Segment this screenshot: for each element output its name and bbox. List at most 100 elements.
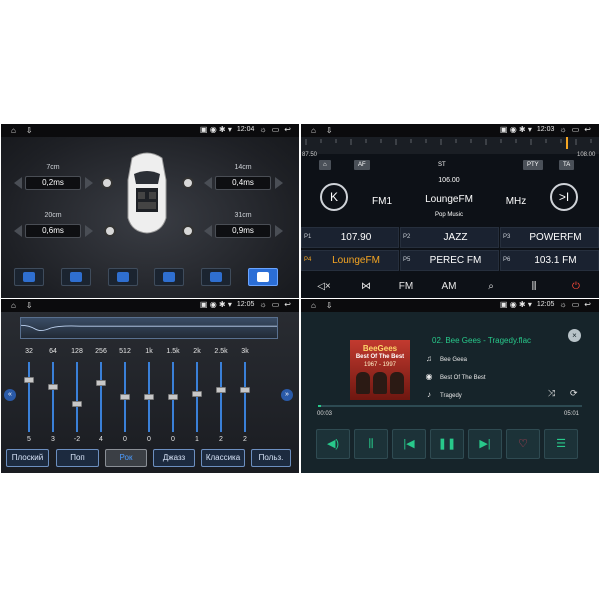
band-slider-knob[interactable] (168, 394, 178, 400)
seat-preset-button-4[interactable] (154, 268, 184, 286)
frequency-scale[interactable] (301, 137, 599, 154)
preset-classic-button[interactable]: Классика (201, 449, 245, 467)
ta-toggle[interactable]: TA (559, 160, 575, 170)
recent-apps-icon[interactable]: ▭ (272, 300, 280, 310)
brightness-icon[interactable]: ☼ (559, 125, 566, 135)
search-icon[interactable]: ⌕ (476, 279, 506, 295)
seek-back-button[interactable]: K (320, 183, 348, 211)
back-icon[interactable]: ↩ (284, 125, 291, 135)
preset-name: LoungeFM (332, 255, 380, 266)
delay-value-rear-right: 0,9ms (215, 224, 271, 238)
fm-button[interactable]: FM (391, 279, 421, 295)
band-slider-knob[interactable] (240, 387, 250, 393)
playlist-button[interactable]: ☰ (544, 429, 578, 459)
back-icon[interactable]: ↩ (284, 300, 291, 310)
recent-apps-icon[interactable]: ▭ (572, 125, 580, 135)
speaker-front-left-icon[interactable] (101, 177, 113, 189)
equalizer-icon[interactable]: ⫼ (519, 279, 549, 295)
speaker-front-right-icon[interactable] (182, 177, 194, 189)
speaker-rear-right-icon[interactable] (182, 225, 194, 237)
increase-arrow-icon[interactable] (275, 177, 283, 189)
seat-preset-button-3[interactable] (108, 268, 138, 286)
power-icon[interactable]: ⏻ (561, 279, 591, 295)
total-time: 05:01 (564, 411, 580, 417)
band-slider-track[interactable] (28, 362, 30, 432)
band-slider-knob[interactable] (72, 401, 82, 407)
band-slider-knob[interactable] (120, 394, 130, 400)
preset-pop-button[interactable]: Поп (56, 449, 99, 467)
recent-apps-icon[interactable]: ▭ (272, 125, 280, 135)
band-slider-track[interactable] (76, 362, 78, 432)
band-slider-knob[interactable] (216, 387, 226, 393)
band-slider-track[interactable] (196, 362, 198, 432)
seat-preset-button-5[interactable] (201, 268, 231, 286)
decrease-arrow-icon[interactable] (14, 225, 22, 237)
eq-button[interactable]: ⫼ (354, 429, 388, 459)
seek-forward-button[interactable]: >I (550, 183, 578, 211)
preset-button-2[interactable]: P2 JAZZ (400, 227, 499, 248)
band-slider-knob[interactable] (24, 376, 34, 383)
preset-rock-button[interactable]: Рок (105, 449, 147, 467)
custom-settings-button[interactable] (248, 268, 278, 286)
home-icon[interactable]: ⌂ (11, 126, 16, 136)
favorite-button[interactable]: ♡ (506, 429, 540, 459)
band-slider-knob[interactable] (144, 394, 154, 400)
band-frequency-label: 256 (95, 348, 107, 355)
band-slider-track[interactable] (220, 362, 222, 432)
repeat-icon[interactable]: ⟳ (570, 388, 578, 399)
increase-arrow-icon[interactable] (275, 225, 283, 237)
seek-back-icon: K (329, 190, 338, 204)
back-icon[interactable]: ↩ (584, 125, 591, 135)
cover-subtitle: Best Of The Best (355, 354, 405, 360)
apps-icon[interactable]: ⇩ (26, 301, 33, 311)
brightness-icon[interactable]: ☼ (259, 125, 266, 135)
brightness-icon[interactable]: ☼ (259, 300, 266, 310)
preset-flat-button[interactable]: Плоский (6, 449, 49, 467)
preset-button-4[interactable]: P4 LoungeFM (301, 250, 399, 271)
apps-icon[interactable]: ⇩ (326, 126, 333, 136)
preset-button-5[interactable]: P5 PEREC FM (400, 250, 499, 271)
increase-arrow-icon[interactable] (85, 177, 93, 189)
scroll-right-icon[interactable]: » (281, 389, 293, 401)
am-button[interactable]: AM (434, 279, 464, 295)
af-toggle[interactable]: AF (354, 160, 370, 170)
seek-icon[interactable]: ⋈ (351, 279, 381, 295)
home-icon[interactable]: ⌂ (311, 126, 316, 136)
next-button[interactable]: ▶| (468, 429, 502, 459)
apps-icon[interactable]: ⇩ (326, 301, 333, 311)
speaker-rear-left-icon[interactable] (104, 225, 116, 237)
preset-button-3[interactable]: P3 POWERFM (500, 227, 599, 248)
band-slider-knob[interactable] (96, 380, 106, 386)
progress-bar[interactable] (318, 405, 582, 407)
volume-button[interactable]: ◀) (316, 429, 350, 459)
band-slider-track[interactable] (244, 362, 246, 432)
band-slider-knob[interactable] (192, 390, 202, 397)
decrease-arrow-icon[interactable] (204, 225, 212, 237)
tag-left[interactable]: ⌂ (319, 160, 331, 170)
band-slider-track[interactable] (100, 362, 102, 432)
band-slider-track[interactable] (52, 362, 54, 432)
mute-icon[interactable]: ◁× (309, 279, 339, 295)
band-slider-knob[interactable] (48, 383, 58, 390)
recent-apps-icon[interactable]: ▭ (572, 300, 580, 310)
seat-preset-button-2[interactable] (61, 268, 91, 286)
home-icon[interactable]: ⌂ (11, 301, 16, 311)
preset-button-6[interactable]: P6 103.1 FM (500, 250, 599, 271)
home-icon[interactable]: ⌂ (311, 301, 316, 311)
preset-user-button[interactable]: Польз. (251, 449, 291, 467)
back-icon[interactable]: ↩ (584, 300, 591, 310)
close-icon[interactable]: × (568, 329, 581, 342)
apps-icon[interactable]: ⇩ (26, 126, 33, 136)
decrease-arrow-icon[interactable] (204, 177, 212, 189)
preset-button-1[interactable]: P1 107.90 (301, 227, 399, 248)
pty-toggle[interactable]: PTY (523, 160, 543, 170)
brightness-icon[interactable]: ☼ (559, 300, 566, 310)
preset-jazz-button[interactable]: Джазз (153, 449, 195, 467)
seat-preset-button-1[interactable] (14, 268, 44, 286)
previous-button[interactable]: |◀ (392, 429, 426, 459)
scroll-left-icon[interactable]: « (4, 389, 16, 401)
shuffle-icon[interactable]: ⤨ (548, 388, 555, 399)
increase-arrow-icon[interactable] (85, 225, 93, 237)
play-pause-button[interactable]: ❚❚ (430, 429, 464, 459)
decrease-arrow-icon[interactable] (14, 177, 22, 189)
